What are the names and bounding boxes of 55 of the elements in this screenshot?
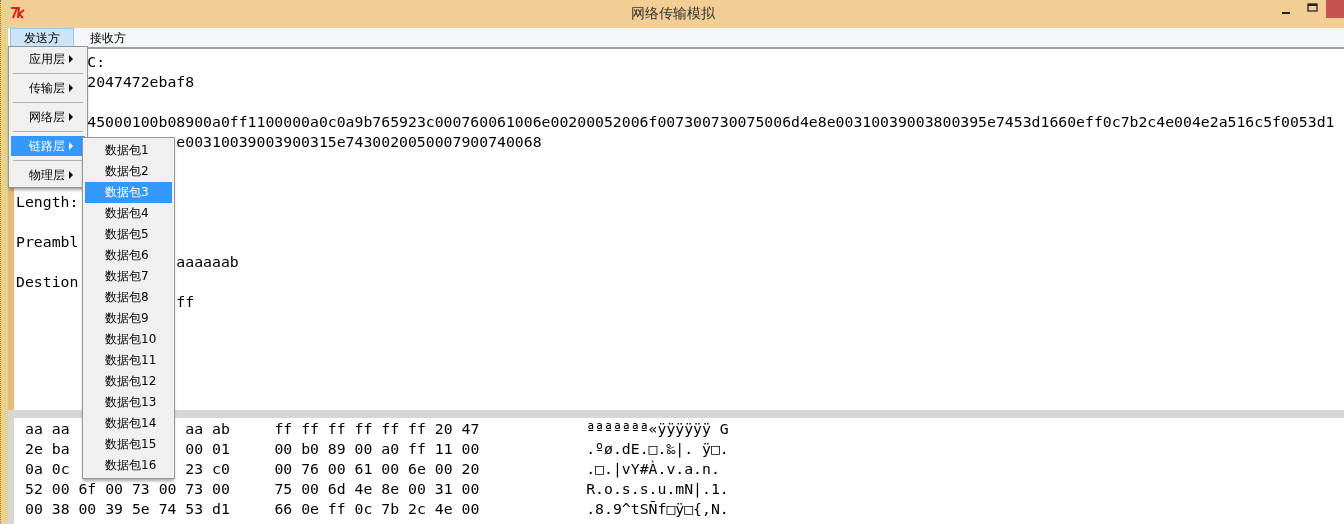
window-title: 网络传输模拟 [630,5,715,23]
menu-item[interactable]: 数据包9 [85,308,172,329]
field-value: ff [176,292,195,312]
menu-item[interactable]: 网络层 [11,107,85,127]
hex-bytes: 0a 0c [25,460,70,477]
hex-bytes: 23 c0 [185,459,230,479]
submenu-arrow-icon [69,84,73,92]
menu-item[interactable]: 数据包16 [85,455,172,476]
hex-bytes: 2e ba [25,440,70,457]
field-label: Destion [16,272,79,292]
menu-item[interactable]: 数据包10 [85,329,172,350]
submenu-arrow-icon [69,55,73,63]
field-value: e00310039003900315e7430020050007900740068 [176,132,542,152]
menu-item[interactable]: 数据包8 [85,287,172,308]
field-value: 2047472ebaf8 [87,72,195,92]
ascii-text: .ºø.dE.□.‰|. ÿ□. [586,439,729,459]
hex-bytes: 00 76 00 61 00 6e 00 20 [274,460,480,477]
tk-logo-icon [10,6,26,20]
field-label: Preambl [16,232,79,252]
submenu-arrow-icon [69,113,73,121]
hex-bytes: ff ff ff ff ff ff 20 47 [274,420,480,437]
hex-bytes: aa aa [25,420,70,437]
ascii-text: .8.9^tSÑf□ÿ□{,N. [586,499,729,519]
hex-bytes: 52 00 6f 00 73 00 73 00 [25,480,230,497]
field-value: C: [87,52,106,72]
hex-bytes: aa ab [185,419,230,439]
ascii-text: .□.|vY#À.v.a.n. [586,459,720,479]
menu-item[interactable]: 数据包4 [85,203,172,224]
hex-bytes: 00 b0 89 00 a0 ff 11 00 [274,440,480,457]
field-label: Length: [16,192,79,212]
menu-item[interactable]: 数据包11 [85,350,172,371]
menu-item[interactable]: 数据包2 [85,161,172,182]
hex-bytes: 75 00 6d 4e 8e 00 31 00 [274,480,480,497]
ascii-text: R.o.s.s.u.mN|.1. [586,479,729,499]
field-value: aaaaaab [176,252,239,272]
menu-item[interactable]: 物理层 [11,165,85,185]
hex-bytes: 00 01 [185,439,230,459]
menu-item[interactable]: 数据包15 [85,434,172,455]
menu-item[interactable]: 数据包1 [85,140,172,161]
field-value: 45000100b08900a0ff1100000a0c0a9b765923c000760061006e00200052006f007300730075006d4e8e00310039003800395e7453d1660eff0c7b2c4e004e2a516c5f0053d1 [87,112,1335,132]
menu-item[interactable]: 数据包5 [85,224,172,245]
menu-item[interactable]: 接收方 [76,28,140,47]
menu-item[interactable]: 数据包12 [85,371,172,392]
menu-item[interactable]: 应用层 [11,49,85,69]
menu-item[interactable]: 数据包14 [85,413,172,434]
submenu-arrow-icon [69,142,73,150]
menu-item[interactable]: 数据包6 [85,245,172,266]
menu-item[interactable]: 传输层 [11,78,85,98]
menu-item[interactable]: 数据包13 [85,392,172,413]
hex-bytes: 66 0e ff 0c 7b 2c 4e 00 [274,500,480,517]
maximize-icon[interactable] [1307,3,1319,13]
hex-bytes: 00 38 00 39 5e 74 53 d1 [25,500,230,517]
ascii-text: ªªªªªªª«ÿÿÿÿÿÿ G [586,419,729,439]
submenu-arrow-icon [69,171,73,179]
menu-item[interactable]: 数据包7 [85,266,172,287]
